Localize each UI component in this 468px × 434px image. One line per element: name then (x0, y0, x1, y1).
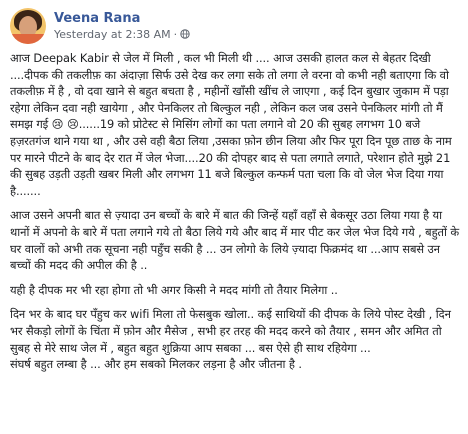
post-header: Veena Rana Yesterday at 2:38 AM · (10, 6, 190, 46)
author-name-link[interactable]: Veena Rana (54, 11, 190, 27)
post-timestamp-row: Yesterday at 2:38 AM · (54, 27, 190, 42)
avatar[interactable] (10, 8, 46, 44)
facebook-post: Veena Rana Yesterday at 2:38 AM · आज Dee… (0, 0, 468, 434)
post-paragraph-4: दिन भर के बाद घर पँहुच कर wifi मिला तो फ… (10, 307, 451, 372)
globe-icon[interactable] (180, 29, 190, 39)
post-meta: Veena Rana Yesterday at 2:38 AM · (54, 11, 190, 42)
post-paragraph-1: आज Deepak Kabir से जेल में मिली , कल भी … (10, 51, 452, 198)
dot-separator: · (173, 27, 178, 41)
post-timestamp[interactable]: Yesterday at 2:38 AM (54, 27, 171, 42)
post-paragraph-3: यही है दीपक मर भी रहा होगा तो भी अगर किस… (10, 282, 338, 297)
post-body: आज Deepak Kabir से जेल में मिली , कल भी … (10, 50, 460, 373)
post-paragraph-2: आज उसने अपनी बात से ज़्यादा उन बच्चों के… (10, 208, 460, 273)
